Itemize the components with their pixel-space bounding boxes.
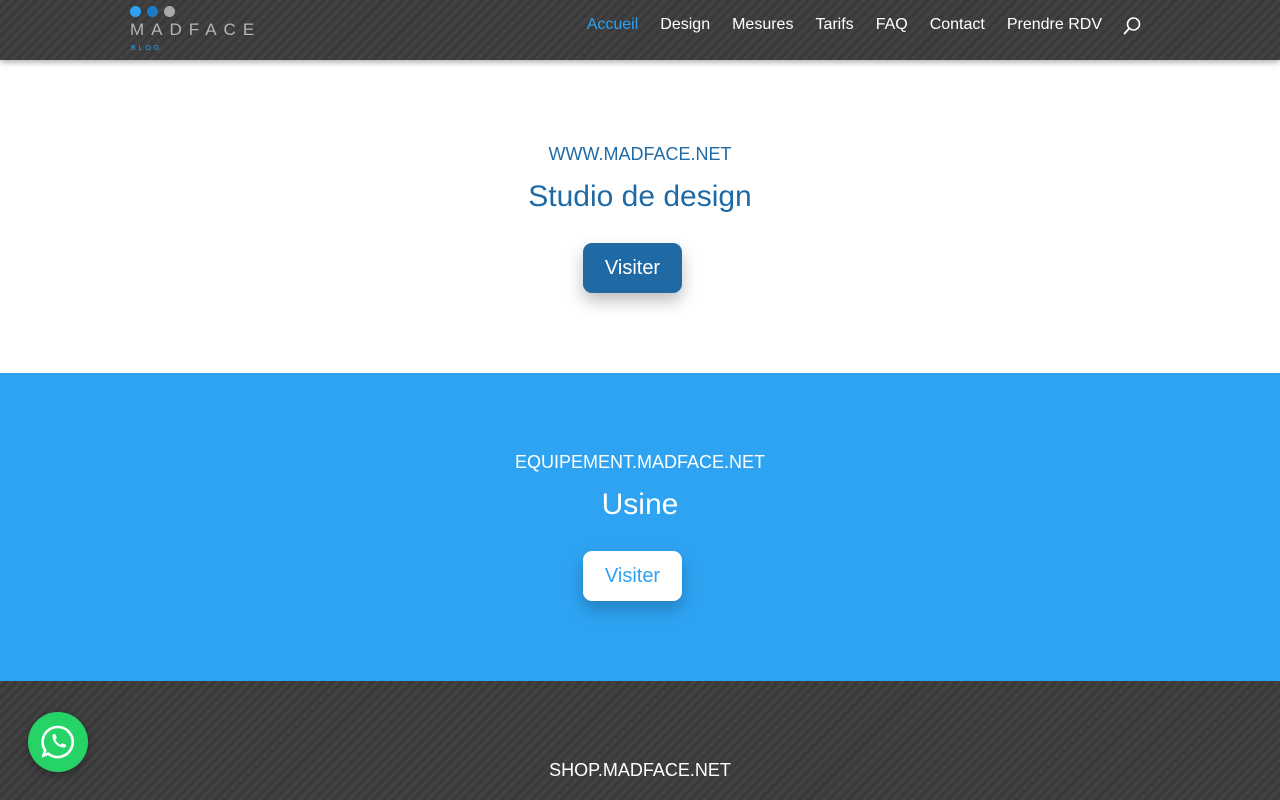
nav-item-accueil[interactable]: Accueil [587, 16, 639, 34]
search-icon[interactable] [1122, 16, 1142, 36]
logo-dot-grey [164, 6, 175, 17]
nav-item-design[interactable]: Design [660, 16, 710, 34]
site-logo[interactable]: MADFACE BLOG [130, 5, 270, 55]
nav-item-prendre-rdv[interactable]: Prendre RDV [1007, 16, 1102, 34]
nav-item-contact[interactable]: Contact [930, 16, 985, 34]
site-header: MADFACE BLOG Accueil Design Mesures Tari… [0, 0, 1280, 60]
logo-dot-blue [130, 6, 141, 17]
section-kicker: EQUIPEMENT.MADFACE.NET [514, 452, 766, 472]
section-usine: EQUIPEMENT.MADFACE.NET Usine Visiter [0, 373, 1280, 681]
section-kicker: SHOP.MADFACE.NET [549, 760, 731, 780]
nav-item-faq[interactable]: FAQ [876, 16, 908, 34]
main-nav: Accueil Design Mesures Tarifs FAQ Contac… [565, 16, 1102, 34]
section-studio: WWW.MADFACE.NET Studio de design Visiter [0, 60, 1280, 373]
section-shop: SHOP.MADFACE.NET [0, 681, 1280, 800]
whatsapp-chat-button[interactable] [28, 712, 88, 772]
whatsapp-icon [41, 725, 74, 759]
visit-usine-button[interactable]: Visiter [583, 551, 682, 601]
nav-item-tarifs[interactable]: Tarifs [815, 16, 853, 34]
section-title: Usine [601, 488, 679, 521]
visit-studio-button[interactable]: Visiter [583, 243, 682, 293]
section-title: Studio de design [528, 180, 752, 213]
section-kicker: WWW.MADFACE.NET [548, 144, 732, 164]
logo-wordmark: MADFACE [130, 20, 262, 39]
nav-item-mesures[interactable]: Mesures [732, 16, 793, 34]
logo-dot-dark-blue [147, 6, 158, 17]
logo-subtitle: BLOG [131, 45, 163, 52]
